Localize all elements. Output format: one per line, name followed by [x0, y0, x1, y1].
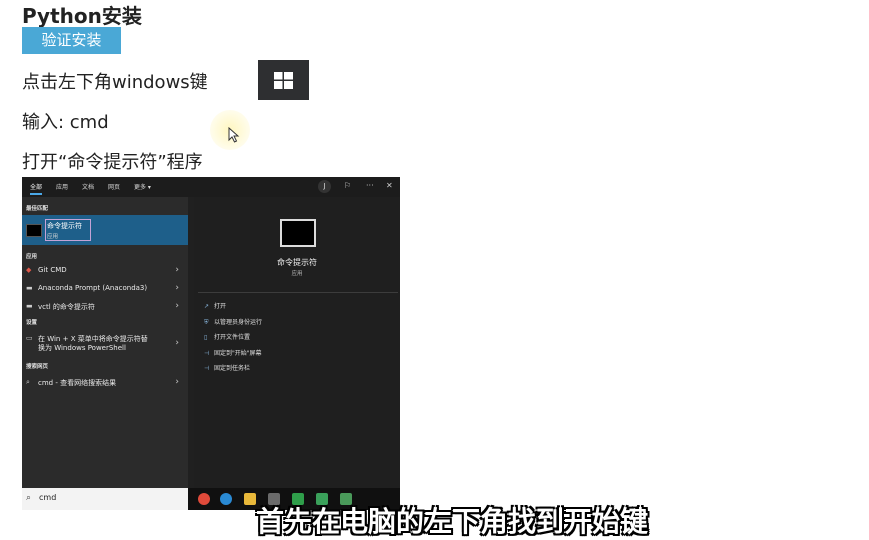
folder-icon: ▯ [204, 334, 208, 341]
feedback-icon[interactable]: ⚐ [344, 181, 351, 190]
best-match-result[interactable]: 命令提示符 应用 [22, 215, 188, 245]
app-result-label: Anaconda Prompt (Anaconda3) [38, 284, 148, 292]
chevron-right-icon[interactable]: › [175, 283, 179, 293]
best-match-type: 应用 [47, 234, 59, 240]
preview-pane: 命令提示符 应用 ↗ 打开 ⛨ 以管理员身份运行 ▯ 打开文件位置 ⊣ 固定到"开始"屏… [194, 197, 400, 488]
best-match-name: 命令提示符 [47, 222, 82, 230]
open-icon: ↗ [204, 303, 210, 310]
search-input[interactable] [39, 493, 179, 502]
monitor-icon: ▭ [26, 334, 33, 342]
step-text-2: 输入: cmd [22, 112, 109, 133]
app-result-label: vctl 的命令提示符 [38, 303, 95, 311]
cmd-app-icon [280, 219, 316, 247]
windows-search-panel: 全部 应用 文档 网页 更多 ▾ J ⚐ ··· ✕ 最佳匹配 命令提示符 应用… [22, 177, 400, 510]
tab-apps[interactable]: 应用 [56, 182, 68, 191]
step-text-3: 打开“命令提示符”程序 [22, 152, 203, 173]
chevron-right-icon[interactable]: › [175, 377, 179, 387]
results-list: 最佳匹配 命令提示符 应用 应用 ◆ Git CMD › ▬ Anaconda … [22, 197, 188, 488]
terminal-icon: ▬ [26, 302, 33, 310]
app-result-vctl[interactable]: ▬ vctl 的命令提示符 › [22, 298, 188, 314]
action-open[interactable]: ↗ 打开 [204, 301, 226, 310]
video-subtitle: 首先在电脑的左下角找到开始键 [256, 505, 649, 538]
divider [198, 292, 398, 293]
cmd-app-icon [26, 224, 42, 237]
page-title: Python安装 [22, 4, 142, 28]
terminal-icon: ▬ [26, 284, 33, 292]
tab-web[interactable]: 网页 [108, 182, 120, 191]
section-badge: 验证安装 [22, 27, 121, 54]
action-pin-to-start[interactable]: ⊣ 固定到"开始"屏幕 [204, 348, 262, 357]
step-text-1: 点击左下角windows键 [22, 72, 208, 93]
settings-result-line-2: 换为 Windows PowerShell [38, 344, 126, 352]
section-web: 搜索网页 [26, 364, 49, 370]
action-pin-to-taskbar[interactable]: ⊣ 固定到任务栏 [204, 363, 250, 372]
tab-all[interactable]: 全部 [30, 182, 42, 191]
web-result[interactable]: ⌕ cmd - 查看网络搜索结果 › [22, 374, 188, 390]
pin-icon: ⊣ [204, 365, 210, 372]
action-open-file-location[interactable]: ▯ 打开文件位置 [204, 332, 250, 341]
app-result-anaconda[interactable]: ▬ Anaconda Prompt (Anaconda3) › [22, 280, 188, 296]
active-tab-indicator [30, 193, 42, 195]
chevron-right-icon[interactable]: › [175, 265, 179, 275]
preview-app-name: 命令提示符 [277, 258, 317, 267]
web-result-label: cmd - 查看网络搜索结果 [38, 379, 117, 387]
section-best-match: 最佳匹配 [26, 206, 49, 212]
windows-key-image [258, 60, 309, 100]
git-icon: ◆ [26, 266, 32, 274]
shield-icon: ⛨ [204, 319, 209, 326]
section-settings: 设置 [26, 320, 38, 326]
chrome-icon[interactable] [198, 493, 210, 505]
preview-app-type: 应用 [291, 271, 303, 277]
app-result-label: Git CMD [38, 266, 67, 274]
taskbar-search-box[interactable]: ⌕ [22, 488, 188, 510]
more-options-icon[interactable]: ··· [366, 181, 374, 190]
mouse-cursor-icon [228, 126, 240, 147]
chevron-right-icon[interactable]: › [175, 301, 179, 311]
windows-logo-icon [274, 72, 293, 89]
close-icon[interactable]: ✕ [386, 181, 393, 190]
edge-icon[interactable] [220, 493, 232, 505]
settings-result[interactable]: ▭ 在 Win + X 菜单中将命令提示符替 换为 Windows PowerS… [22, 330, 188, 356]
action-run-as-admin[interactable]: ⛨ 以管理员身份运行 [204, 317, 262, 327]
pin-icon: ⊣ [204, 350, 210, 357]
tab-documents[interactable]: 文档 [82, 182, 94, 191]
section-apps: 应用 [26, 254, 38, 260]
account-avatar[interactable]: J [318, 180, 331, 193]
app-result-git-cmd[interactable]: ◆ Git CMD › [22, 262, 188, 278]
chevron-right-icon[interactable]: › [175, 338, 179, 348]
search-icon: ⌕ [26, 378, 30, 386]
search-icon: ⌕ [26, 493, 32, 503]
tab-more[interactable]: 更多 ▾ [134, 182, 151, 191]
search-tabs-bar: 全部 应用 文档 网页 更多 ▾ J ⚐ ··· ✕ [22, 177, 400, 197]
file-explorer-icon[interactable] [244, 493, 256, 505]
